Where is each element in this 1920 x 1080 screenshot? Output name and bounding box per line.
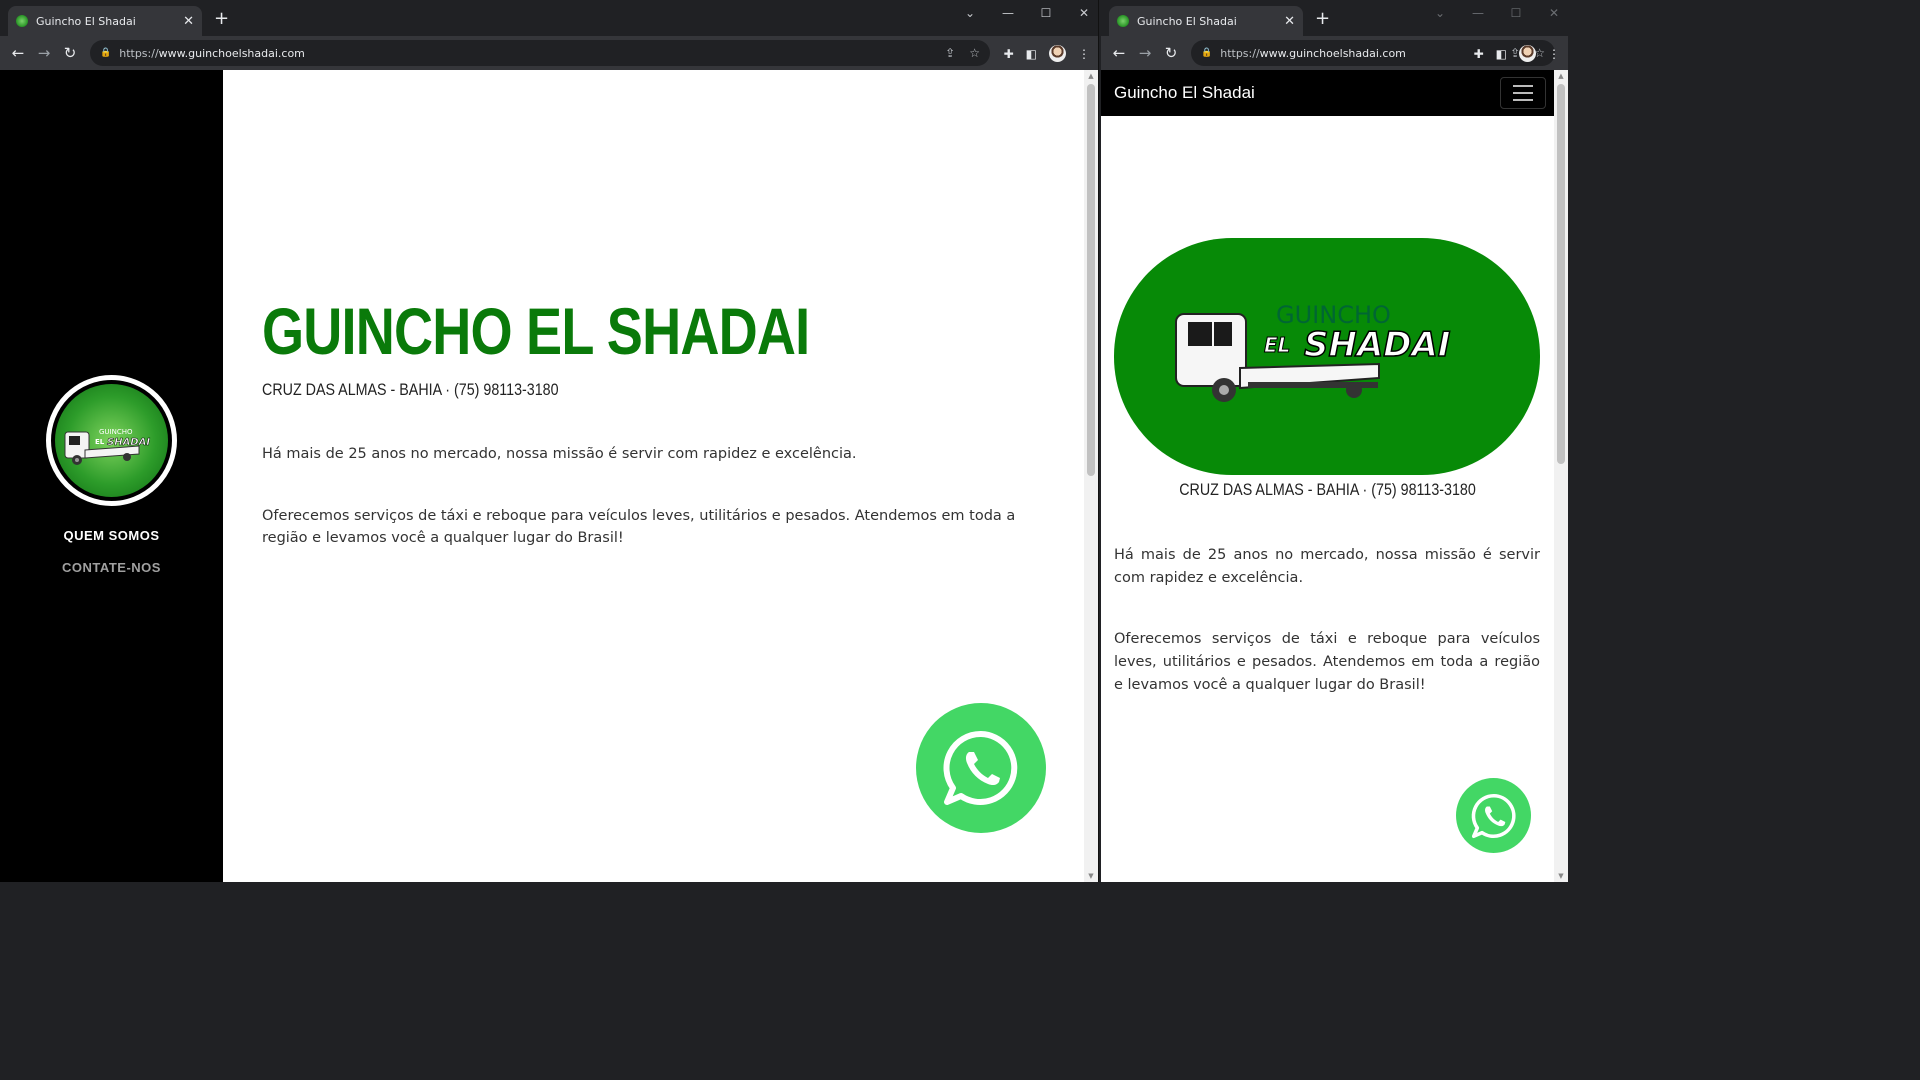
maximize-icon[interactable]: ☐: [1510, 6, 1522, 20]
page-title: GUINCHO EL SHADAI: [262, 294, 810, 368]
tab-title: Guincho El Shadai: [36, 14, 136, 28]
hamburger-menu-button[interactable]: [1500, 77, 1546, 109]
forward-icon[interactable]: →: [1132, 44, 1158, 62]
side-panel-icon[interactable]: ◧: [1496, 47, 1507, 61]
browser-tab[interactable]: Guincho El Shadai ✕: [8, 6, 202, 36]
whatsapp-button[interactable]: [1456, 778, 1531, 853]
profile-avatar[interactable]: [1049, 45, 1066, 62]
tab-search-icon[interactable]: ⌄: [964, 6, 976, 20]
minimize-icon[interactable]: —: [1002, 6, 1014, 20]
menu-kebab-icon[interactable]: ⋮: [1548, 47, 1560, 61]
whatsapp-icon: [1471, 793, 1516, 838]
logo-text-guincho: GUINCHO: [99, 428, 133, 436]
browser-window-desktop: Guincho El Shadai ✕ + ⌄ — ☐ ✕ ← → ↻ 🔒 ht…: [0, 0, 1099, 882]
company-logo[interactable]: GUINCHO EL SHADAI: [46, 375, 177, 506]
bookmark-star-icon[interactable]: ☆: [969, 46, 980, 60]
menu-kebab-icon[interactable]: ⋮: [1078, 47, 1090, 61]
tab-close-icon[interactable]: ✕: [1284, 14, 1295, 29]
page-viewport: Guincho El Shadai GUINCHO EL SHADAI CRUZ…: [1101, 70, 1568, 882]
scrollbar-thumb[interactable]: [1087, 84, 1095, 476]
url-domain: www.guinchoelshadai.com: [158, 46, 305, 60]
lock-icon[interactable]: 🔒: [1201, 48, 1212, 58]
tab-strip: Guincho El Shadai ✕ + ⌄ — ☐ ✕: [1101, 0, 1568, 36]
page-viewport: GUINCHO EL SHADAI QUEM SOMOS CONTATE-NOS…: [0, 70, 1098, 882]
new-tab-icon[interactable]: +: [1315, 10, 1330, 28]
page-scrollbar[interactable]: ▲ ▼: [1554, 70, 1568, 882]
nav-link-contate-nos[interactable]: CONTATE-NOS: [0, 560, 223, 575]
tab-title: Guincho El Shadai: [1137, 14, 1237, 28]
close-window-icon[interactable]: ✕: [1548, 6, 1560, 20]
back-icon[interactable]: ←: [1106, 44, 1132, 62]
logo-text-el: EL: [95, 438, 105, 446]
services-paragraph: Oferecemos serviços de táxi e reboque pa…: [262, 508, 1016, 546]
browser-tab[interactable]: Guincho El Shadai ✕: [1109, 6, 1303, 36]
page-scrollbar[interactable]: ▲ ▼: [1084, 70, 1098, 882]
contact-subtitle: CRUZ DAS ALMAS - BAHIA · (75) 98113-3180: [1179, 480, 1476, 499]
extensions-puzzle-icon[interactable]: ✚: [1474, 47, 1484, 61]
reload-icon[interactable]: ↻: [1158, 44, 1184, 62]
forward-icon[interactable]: →: [31, 44, 57, 62]
mission-paragraph: Há mais de 25 anos no mercado, nossa mis…: [262, 446, 857, 462]
mission-paragraph: Há mais de 25 anos no mercado, nossa mis…: [1114, 547, 1540, 586]
back-icon[interactable]: ←: [5, 44, 31, 62]
logo-text-shadai: SHADAI: [1304, 325, 1450, 365]
services-paragraph: Oferecemos serviços de táxi e reboque pa…: [1114, 631, 1540, 693]
browser-window-mobile: Guincho El Shadai ✕ + ⌄ — ☐ ✕ ← → ↻ 🔒 ht…: [1101, 0, 1568, 882]
whatsapp-icon: [943, 730, 1018, 805]
tab-strip: Guincho El Shadai ✕ + ⌄ — ☐ ✕: [0, 0, 1098, 36]
address-bar[interactable]: 🔒 https://www.guinchoelshadai.com ⇪ ☆: [90, 40, 990, 66]
logo-text-shadai: SHADAI: [107, 437, 150, 448]
close-window-icon[interactable]: ✕: [1078, 6, 1090, 20]
url-prefix: https://: [119, 46, 159, 60]
contact-subtitle: CRUZ DAS ALMAS - BAHIA · (75) 98113-3180: [262, 380, 559, 399]
site-favicon-icon: [1117, 15, 1129, 27]
lock-icon[interactable]: 🔒: [100, 48, 111, 58]
extensions-puzzle-icon[interactable]: ✚: [1004, 47, 1014, 61]
minimize-icon[interactable]: —: [1472, 6, 1484, 20]
tab-close-icon[interactable]: ✕: [183, 14, 194, 29]
site-favicon-icon: [16, 15, 28, 27]
browser-toolbar: ← → ↻ 🔒 https://www.guinchoelshadai.com …: [0, 36, 1098, 70]
hero-logo: GUINCHO EL SHADAI: [1114, 238, 1540, 475]
sidebar-nav: GUINCHO EL SHADAI QUEM SOMOS CONTATE-NOS: [0, 70, 223, 882]
maximize-icon[interactable]: ☐: [1040, 6, 1052, 20]
tow-truck-icon: GUINCHO EL SHADAI: [64, 428, 151, 465]
tow-truck-icon: GUINCHO EL SHADAI: [1175, 301, 1451, 402]
navbar-brand[interactable]: Guincho El Shadai: [1114, 83, 1255, 103]
logo-text-el: EL: [1264, 333, 1290, 357]
side-panel-icon[interactable]: ◧: [1026, 47, 1037, 61]
nav-link-quem-somos[interactable]: QUEM SOMOS: [0, 528, 223, 543]
scrollbar-thumb[interactable]: [1557, 84, 1565, 464]
tab-search-icon[interactable]: ⌄: [1434, 6, 1446, 20]
url-prefix: https://: [1220, 46, 1260, 60]
browser-toolbar: ← → ↻ 🔒 https://www.guinchoelshadai.com …: [1101, 36, 1568, 70]
profile-avatar[interactable]: [1519, 45, 1536, 62]
window-controls: ⌄ — ☐ ✕: [964, 6, 1090, 20]
reload-icon[interactable]: ↻: [57, 44, 83, 62]
window-controls: ⌄ — ☐ ✕: [1434, 6, 1560, 20]
share-icon[interactable]: ⇪: [945, 46, 955, 60]
whatsapp-button[interactable]: [916, 703, 1046, 833]
top-navbar: Guincho El Shadai: [1101, 70, 1554, 116]
url-domain: www.guinchoelshadai.com: [1259, 46, 1406, 60]
new-tab-icon[interactable]: +: [214, 10, 229, 28]
